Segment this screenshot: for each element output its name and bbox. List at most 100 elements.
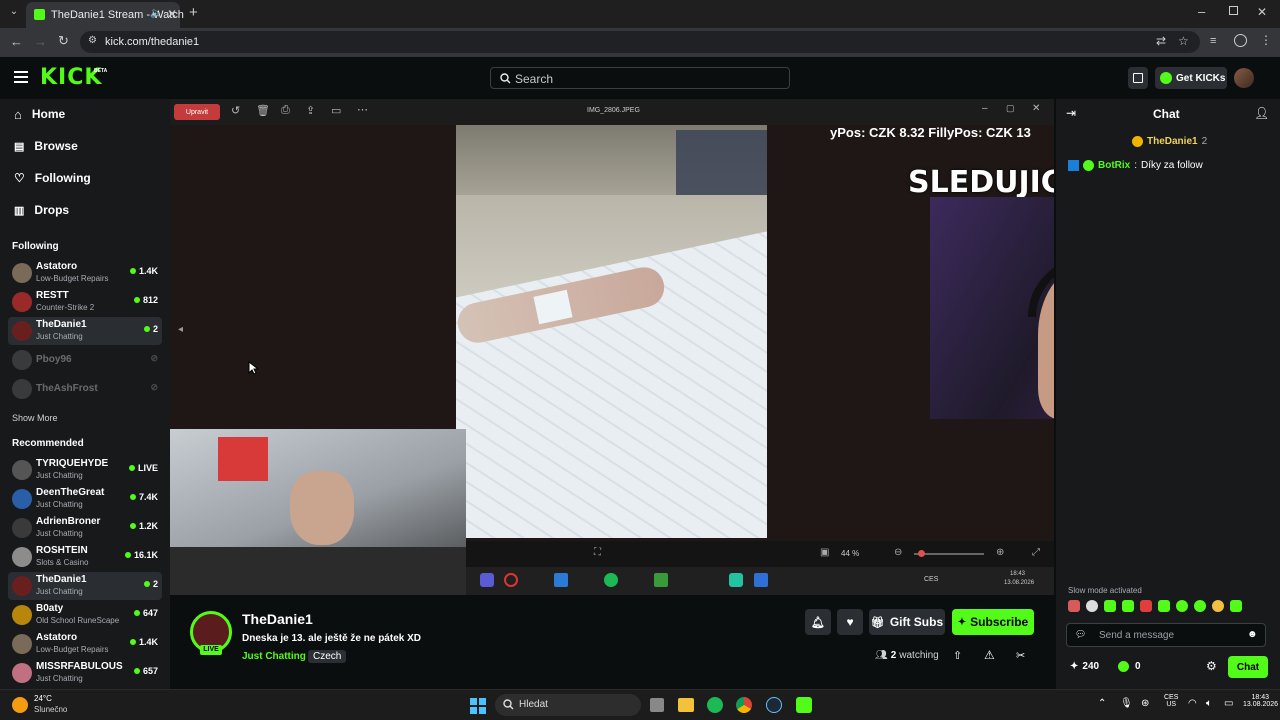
sidebar-channel-thedanie1-recommended[interactable]: TheDanie1 Just Chatting 2 (8, 572, 162, 600)
share-icon[interactable]: ⇧ (953, 649, 962, 662)
chat-send-button[interactable]: Chat (1228, 656, 1268, 678)
message-user[interactable]: BotRix (1098, 160, 1130, 171)
chrome-icon[interactable] (736, 697, 752, 713)
category-link[interactable]: Just Chatting (242, 651, 306, 662)
task-view-icon[interactable] (650, 698, 664, 712)
start-button[interactable] (470, 698, 486, 714)
emoji-picker-icon[interactable]: ☻ (1247, 629, 1258, 640)
user-avatar[interactable] (1234, 68, 1254, 88)
media-controls-icon[interactable]: ≡ (1210, 35, 1216, 47)
nav-browse[interactable]: ▤ Browse (14, 136, 78, 156)
emote-icon[interactable] (1068, 600, 1080, 612)
steam-icon[interactable] (766, 697, 782, 713)
hamburger-menu-icon[interactable] (14, 71, 28, 73)
kicks-balance[interactable]: 0 (1118, 661, 1141, 672)
sidebar-channel-roshtein[interactable]: ROSHTEIN Slots & Casino 16.1K (8, 543, 162, 571)
kick-app-icon[interactable] (796, 697, 812, 713)
sidebar-channel-b0aty[interactable]: B0aty Old School RuneScape 647 (8, 601, 162, 629)
star-icon: ✦ (957, 616, 967, 628)
location-icon[interactable]: ⊛ (1141, 698, 1149, 709)
follow-button[interactable]: ♥ (837, 609, 863, 635)
chat-settings-gear-icon[interactable]: ⚙ (1206, 659, 1217, 673)
sidebar-channel-deenthegreat[interactable]: DeenTheGreat Just Chatting 7.4K (8, 485, 162, 513)
get-kicks-button[interactable]: Get KICKs (1155, 67, 1227, 89)
sidebar-channel-adrienbroner[interactable]: AdrienBroner Just Chatting 1.2K (8, 514, 162, 542)
points-icon: ✦ (1070, 661, 1079, 672)
report-icon[interactable]: ⚠ (984, 648, 995, 662)
chat-users-icon[interactable]: 👤︎ (1254, 106, 1269, 120)
weather-sun-icon[interactable] (12, 697, 28, 713)
streamed-app-icon (754, 573, 768, 587)
file-explorer-icon[interactable] (678, 698, 694, 712)
recommended-heading: Recommended (12, 438, 84, 449)
emote-icon[interactable] (1158, 600, 1170, 612)
reload-icon[interactable]: ↻ (58, 33, 69, 49)
emote-icon[interactable] (1230, 600, 1242, 612)
collapse-chat-icon[interactable]: ⇥ (1066, 106, 1076, 120)
tab-audio-icon[interactable]: 🔈 (150, 8, 162, 19)
forward-arrow-icon[interactable]: → (34, 34, 47, 49)
input-language[interactable]: CES US (1164, 694, 1178, 708)
gift-subs-button[interactable]: 🎁︎ Gift Subs (869, 609, 945, 635)
sidebar-channel-theashfrost[interactable]: TheAshFrost ⊘ (8, 375, 162, 403)
sidebar-channel-pboy96[interactable]: Pboy96 ⊘ (8, 346, 162, 374)
clip-icon[interactable]: ✂ (1016, 649, 1025, 662)
site-info-icon[interactable]: ⚙ (88, 35, 97, 46)
channel-name[interactable]: TheDanie1 (242, 611, 313, 627)
chat-message-input[interactable]: 💬︎ Send a message ☻ (1066, 623, 1266, 647)
close-window-button[interactable]: ✕ (1257, 5, 1267, 19)
emote-icon[interactable] (1194, 600, 1206, 612)
clock[interactable]: 18:43 13.08.2026 (1243, 694, 1278, 708)
tray-overflow-icon[interactable]: ⌃ (1098, 698, 1106, 709)
sidebar-channel-astatoro[interactable]: Astatoro Low-Budget Repairs 1.4K (8, 259, 162, 287)
video-player[interactable]: Upravit ↺ 🗑 ⎙ ⇪ ▭ ⋯ IMG_2806.JPEG – ▢ ✕ … (170, 99, 1054, 595)
viewer-count-value: 2 (152, 324, 158, 334)
sidebar-channel-astatoro-recommended[interactable]: Astatoro Low-Budget Repairs 1.4K (8, 630, 162, 658)
microphone-icon[interactable]: 🎙︎ (1120, 698, 1133, 709)
nav-drops[interactable]: ▥ Drops (14, 200, 69, 220)
show-more-link[interactable]: Show More (12, 413, 58, 423)
browser-menu-icon[interactable]: ⋮ (1260, 33, 1272, 47)
subscribe-button[interactable]: ✦ Subscribe (952, 609, 1034, 635)
nav-home[interactable]: ⌂ Home (14, 104, 65, 124)
sidebar-channel-missrfabulous[interactable]: MISSRFABULOUS Just Chatting 657 (8, 659, 162, 687)
sidebar-channel-restt[interactable]: RESTT Counter-Strike 2 812 (8, 288, 162, 316)
live-dot-icon (129, 494, 136, 500)
profile-icon[interactable] (1234, 34, 1247, 47)
browser-tab[interactable]: TheDanie1 Stream - Watch 🔈 ✕ (26, 2, 184, 28)
url-field[interactable]: ⚙ kick.com/thedanie1 ⇄ ☆ (80, 31, 1200, 53)
maximize-window-button[interactable] (1229, 6, 1238, 15)
search-input[interactable]: Search (490, 67, 790, 89)
sidebar-channel-tyriquehyde[interactable]: TYRIQUEHYDE Just Chatting LIVE (8, 456, 162, 484)
back-arrow-icon[interactable]: ← (10, 34, 23, 49)
sidebar-channel-thedanie1[interactable]: TheDanie1 Just Chatting 2 (8, 317, 162, 345)
language-tag[interactable]: Czech (308, 650, 347, 663)
notifications-button[interactable]: 🔔︎ (805, 609, 831, 635)
users-icon: 👥︎ (875, 650, 888, 661)
channel-points[interactable]: ✦ 240 (1070, 661, 1099, 672)
slideshow-icon: ▭ (331, 105, 342, 117)
battery-icon[interactable]: ▭ (1224, 698, 1233, 709)
emote-icon[interactable] (1140, 600, 1152, 612)
bookmark-star-icon[interactable]: ☆ (1178, 34, 1189, 48)
emote-icon[interactable] (1212, 600, 1224, 612)
language-code: CES (1164, 694, 1179, 701)
tab-close-icon[interactable]: ✕ (167, 7, 177, 21)
emote-icon[interactable] (1086, 600, 1098, 612)
taskbar-search[interactable]: Hledat (495, 694, 641, 716)
clock-time: 18:43 (1251, 694, 1269, 701)
viewer-count: LIVE (128, 463, 158, 473)
spotify-icon[interactable] (707, 697, 723, 713)
emote-icon[interactable] (1104, 600, 1116, 612)
emote-icon[interactable] (1176, 600, 1188, 612)
channel-category: Just Chatting (36, 674, 83, 683)
new-tab-button[interactable]: + (189, 4, 198, 21)
minimize-window-button[interactable]: – (1198, 4, 1205, 19)
tab-list-button[interactable]: ⌄ (6, 6, 22, 22)
translate-icon[interactable]: ⇄ (1156, 34, 1166, 48)
nav-following[interactable]: ♡ Following (14, 168, 91, 188)
volume-icon[interactable]: 🔈︎ (1206, 698, 1212, 709)
wifi-icon[interactable]: ◠ (1188, 698, 1197, 709)
emote-icon[interactable] (1122, 600, 1134, 612)
layout-toggle-button[interactable] (1128, 67, 1148, 89)
